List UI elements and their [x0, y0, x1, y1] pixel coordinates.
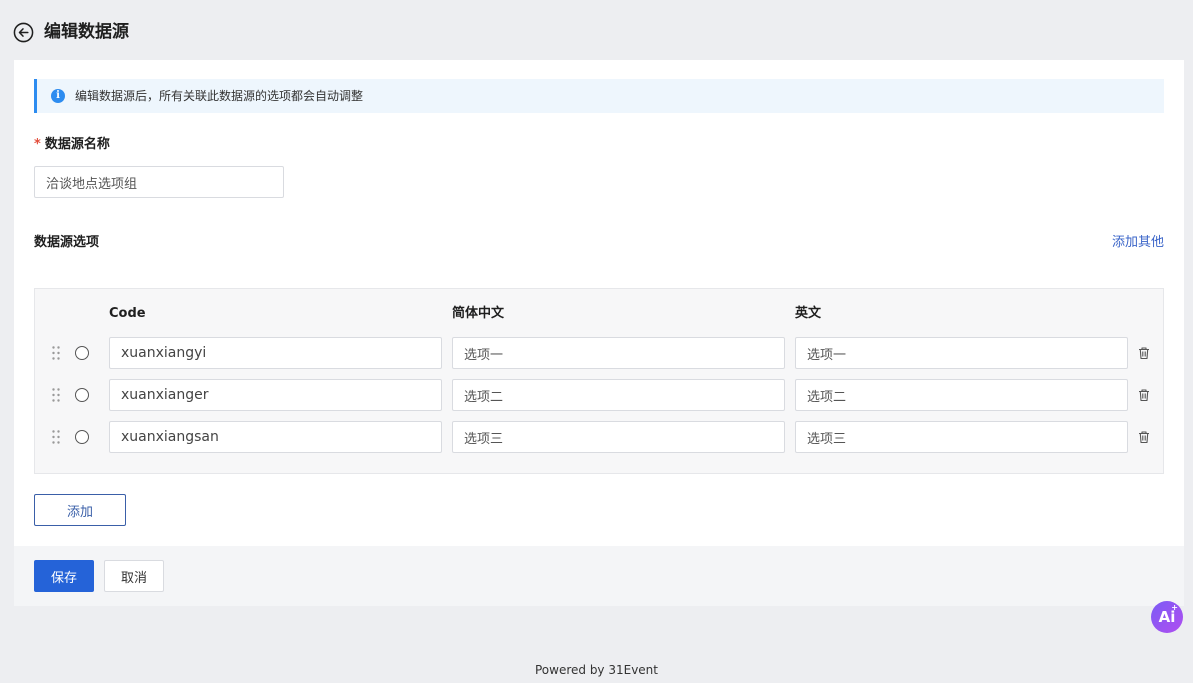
- add-other-link[interactable]: 添加其他: [1112, 234, 1164, 252]
- notice-text: 编辑数据源后，所有关联此数据源的选项都会自动调整: [75, 89, 364, 103]
- code-input[interactable]: [109, 337, 442, 369]
- option-row: [35, 379, 1163, 411]
- drag-handle-icon[interactable]: [51, 429, 61, 445]
- name-input[interactable]: [34, 166, 284, 198]
- option-row: [35, 337, 1163, 369]
- default-radio[interactable]: [75, 388, 89, 402]
- page-header: 编辑数据源: [0, 0, 1193, 60]
- zh-input[interactable]: [452, 337, 785, 369]
- info-notice: i 编辑数据源后，所有关联此数据源的选项都会自动调整: [34, 79, 1164, 113]
- drag-handle-icon[interactable]: [51, 387, 61, 403]
- page-title: 编辑数据源: [44, 22, 129, 42]
- zh-input[interactable]: [452, 379, 785, 411]
- code-input[interactable]: [109, 421, 442, 453]
- ai-assistant-button[interactable]: Ai +: [1151, 601, 1183, 633]
- name-label-text: 数据源名称: [44, 137, 110, 152]
- info-icon: i: [51, 89, 65, 103]
- required-mark: *: [34, 137, 41, 152]
- trash-icon[interactable]: [1137, 388, 1151, 402]
- footer-bar: 保存 取消: [14, 546, 1184, 606]
- ai-spark-icon: +: [1171, 603, 1178, 612]
- name-label: * 数据源名称: [34, 136, 110, 154]
- trash-icon[interactable]: [1137, 346, 1151, 360]
- options-table: Code 简体中文 英文: [34, 288, 1164, 474]
- en-input[interactable]: [795, 421, 1128, 453]
- powered-by-text: Powered by 31Event: [534, 663, 658, 677]
- en-input[interactable]: [795, 337, 1128, 369]
- column-header-code: Code: [109, 306, 146, 321]
- add-option-button[interactable]: 添加: [34, 494, 126, 526]
- zh-input[interactable]: [452, 421, 785, 453]
- cancel-button[interactable]: 取消: [104, 560, 164, 592]
- code-input[interactable]: [109, 379, 442, 411]
- edit-card: i 编辑数据源后，所有关联此数据源的选项都会自动调整 *数据源名称 数据源选项 …: [14, 60, 1184, 546]
- column-header-zh: 简体中文: [452, 306, 505, 321]
- option-row: [35, 421, 1163, 453]
- drag-handle-icon[interactable]: [51, 345, 61, 361]
- back-arrow-icon[interactable]: [13, 22, 34, 43]
- save-button[interactable]: 保存: [34, 560, 94, 592]
- options-section-title: 数据源选项: [34, 235, 100, 250]
- en-input[interactable]: [795, 379, 1128, 411]
- default-radio[interactable]: [75, 430, 89, 444]
- column-header-en: 英文: [795, 306, 822, 321]
- trash-icon[interactable]: [1137, 430, 1151, 444]
- default-radio[interactable]: [75, 346, 89, 360]
